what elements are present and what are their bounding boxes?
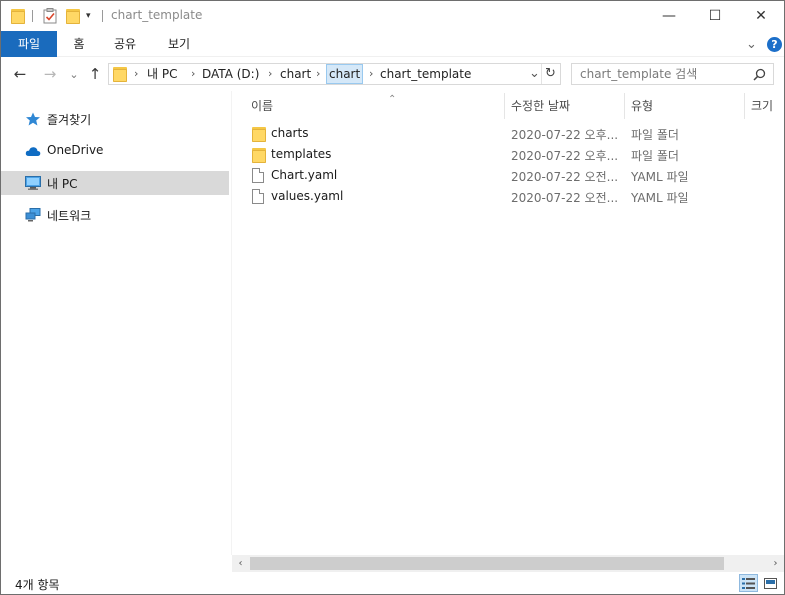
- breadcrumb-chart-sub[interactable]: chart: [326, 64, 364, 84]
- breadcrumb-chart-template[interactable]: chart_template: [380, 64, 471, 84]
- folder-icon: [252, 126, 266, 142]
- scrollbar-thumb[interactable]: [250, 557, 724, 570]
- chevron-right-icon[interactable]: ›: [268, 64, 272, 84]
- file-type: YAML 파일: [631, 191, 689, 205]
- chevron-right-icon[interactable]: ›: [316, 64, 320, 84]
- tab-share[interactable]: 공유: [103, 31, 147, 57]
- recent-locations-button[interactable]: ⌄: [65, 65, 83, 83]
- item-count: 4개 항목: [15, 578, 60, 592]
- breadcrumb-my-pc[interactable]: 내 PC: [147, 64, 177, 84]
- chevron-right-icon[interactable]: ›: [134, 64, 138, 84]
- column-divider[interactable]: [744, 93, 745, 119]
- folder-icon: [113, 66, 127, 82]
- expand-ribbon-icon[interactable]: ⌄: [746, 36, 757, 52]
- file-date: 2020-07-22 오후...: [511, 128, 619, 142]
- title-bar: ▾ chart_template — ☐ ✕: [1, 1, 784, 31]
- file-explorer-window: ▾ chart_template — ☐ ✕ 파일 홈 공유 보기 ⌄ ? ← …: [0, 0, 785, 595]
- maximize-button[interactable]: ☐: [692, 1, 738, 31]
- sidebar-item-my-pc[interactable]: 내 PC: [1, 171, 229, 195]
- details-view-icon: [742, 577, 755, 589]
- file-date: 2020-07-22 오전...: [511, 170, 619, 184]
- sidebar-item-network[interactable]: 네트워크: [1, 203, 229, 227]
- large-icons-view-button[interactable]: [761, 574, 780, 592]
- folder-icon: [252, 147, 266, 163]
- minimize-button[interactable]: —: [646, 1, 692, 31]
- new-folder-icon[interactable]: [66, 7, 80, 25]
- address-toolbar: ← → ⌄ ↑ › 내 PC › DATA (D:) › chart › cha…: [1, 57, 784, 91]
- table-row[interactable]: charts 2020-07-22 오후... 파일 폴더: [248, 123, 768, 144]
- breadcrumb-chart[interactable]: chart: [280, 64, 311, 84]
- breadcrumb-data-drive[interactable]: DATA (D:): [202, 64, 259, 84]
- column-header-size[interactable]: 크기: [751, 96, 773, 116]
- file-name: Chart.yaml: [271, 168, 338, 182]
- refresh-icon[interactable]: ↻: [545, 64, 556, 84]
- table-row[interactable]: Chart.yaml 2020-07-22 오전... YAML 파일: [248, 165, 768, 186]
- tab-file[interactable]: 파일: [1, 31, 57, 57]
- status-bar: 4개 항목: [1, 572, 784, 594]
- sidebar-item-quick-access[interactable]: 즐겨찾기: [1, 107, 229, 131]
- sidebar-item-onedrive[interactable]: OneDrive: [1, 139, 229, 163]
- sort-ascending-icon: ⌃: [388, 94, 397, 105]
- horizontal-scrollbar[interactable]: ‹ ›: [232, 555, 784, 572]
- scroll-right-button[interactable]: ›: [767, 555, 784, 572]
- cloud-icon: [25, 147, 41, 156]
- search-box[interactable]: [571, 63, 774, 85]
- file-name: values.yaml: [271, 189, 344, 203]
- column-header-name[interactable]: ⌃ 이름: [251, 94, 396, 116]
- divider: [102, 10, 103, 22]
- help-button[interactable]: ?: [767, 36, 782, 52]
- file-type: 파일 폴더: [631, 149, 679, 163]
- table-row[interactable]: values.yaml 2020-07-22 오전... YAML 파일: [248, 186, 768, 207]
- search-input[interactable]: [572, 64, 747, 84]
- tab-view[interactable]: 보기: [157, 31, 201, 57]
- close-button[interactable]: ✕: [738, 1, 784, 31]
- address-dropdown-icon[interactable]: ⌄: [529, 64, 540, 84]
- network-icon: [25, 208, 41, 222]
- file-type: 파일 폴더: [631, 128, 679, 142]
- search-icon[interactable]: [753, 68, 766, 81]
- divider: [32, 10, 33, 22]
- column-divider[interactable]: [624, 93, 625, 119]
- chevron-right-icon[interactable]: ›: [191, 64, 195, 84]
- file-list: ⌃ 이름 수정한 날짜 유형 크기 charts 2020-07-22 오후..…: [232, 91, 784, 555]
- forward-button[interactable]: →: [41, 65, 59, 83]
- tab-home[interactable]: 홈: [63, 31, 95, 57]
- file-type: YAML 파일: [631, 170, 689, 184]
- sidebar-item-label: 즐겨찾기: [47, 113, 92, 127]
- folder-icon: [11, 7, 25, 25]
- file-name: templates: [271, 147, 332, 161]
- properties-icon[interactable]: [43, 7, 58, 25]
- file-icon: [252, 189, 266, 204]
- divider: [541, 64, 542, 84]
- address-bar[interactable]: › 내 PC › DATA (D:) › chart › chart › cha…: [108, 63, 561, 85]
- sidebar-item-label: 내 PC: [47, 177, 78, 191]
- column-header-type[interactable]: 유형: [631, 96, 653, 116]
- column-header-date[interactable]: 수정한 날짜: [511, 96, 570, 116]
- back-button[interactable]: ←: [11, 65, 29, 83]
- column-divider[interactable]: [504, 93, 505, 119]
- table-row[interactable]: templates 2020-07-22 오후... 파일 폴더: [248, 144, 768, 165]
- details-view-button[interactable]: [739, 574, 758, 592]
- computer-icon: [25, 176, 41, 190]
- sidebar-item-label: OneDrive: [47, 143, 104, 157]
- sidebar-item-label: 네트워크: [47, 209, 92, 223]
- help-icon: ?: [767, 36, 782, 52]
- up-button[interactable]: ↑: [86, 65, 104, 83]
- large-icons-view-icon: [764, 577, 777, 589]
- window-title: chart_template: [111, 8, 203, 22]
- ribbon-tabs: 파일 홈 공유 보기 ⌄ ?: [1, 31, 784, 57]
- file-date: 2020-07-22 오전...: [511, 191, 619, 205]
- chevron-right-icon[interactable]: ›: [369, 64, 373, 84]
- file-name: charts: [271, 126, 309, 140]
- file-icon: [252, 168, 266, 183]
- star-icon: [26, 112, 40, 126]
- scroll-left-button[interactable]: ‹: [232, 555, 249, 572]
- file-date: 2020-07-22 오후...: [511, 149, 619, 163]
- customize-toolbar-icon[interactable]: ▾: [86, 7, 91, 25]
- navigation-pane: 즐겨찾기 OneDrive 내 PC 네트워크: [1, 91, 231, 571]
